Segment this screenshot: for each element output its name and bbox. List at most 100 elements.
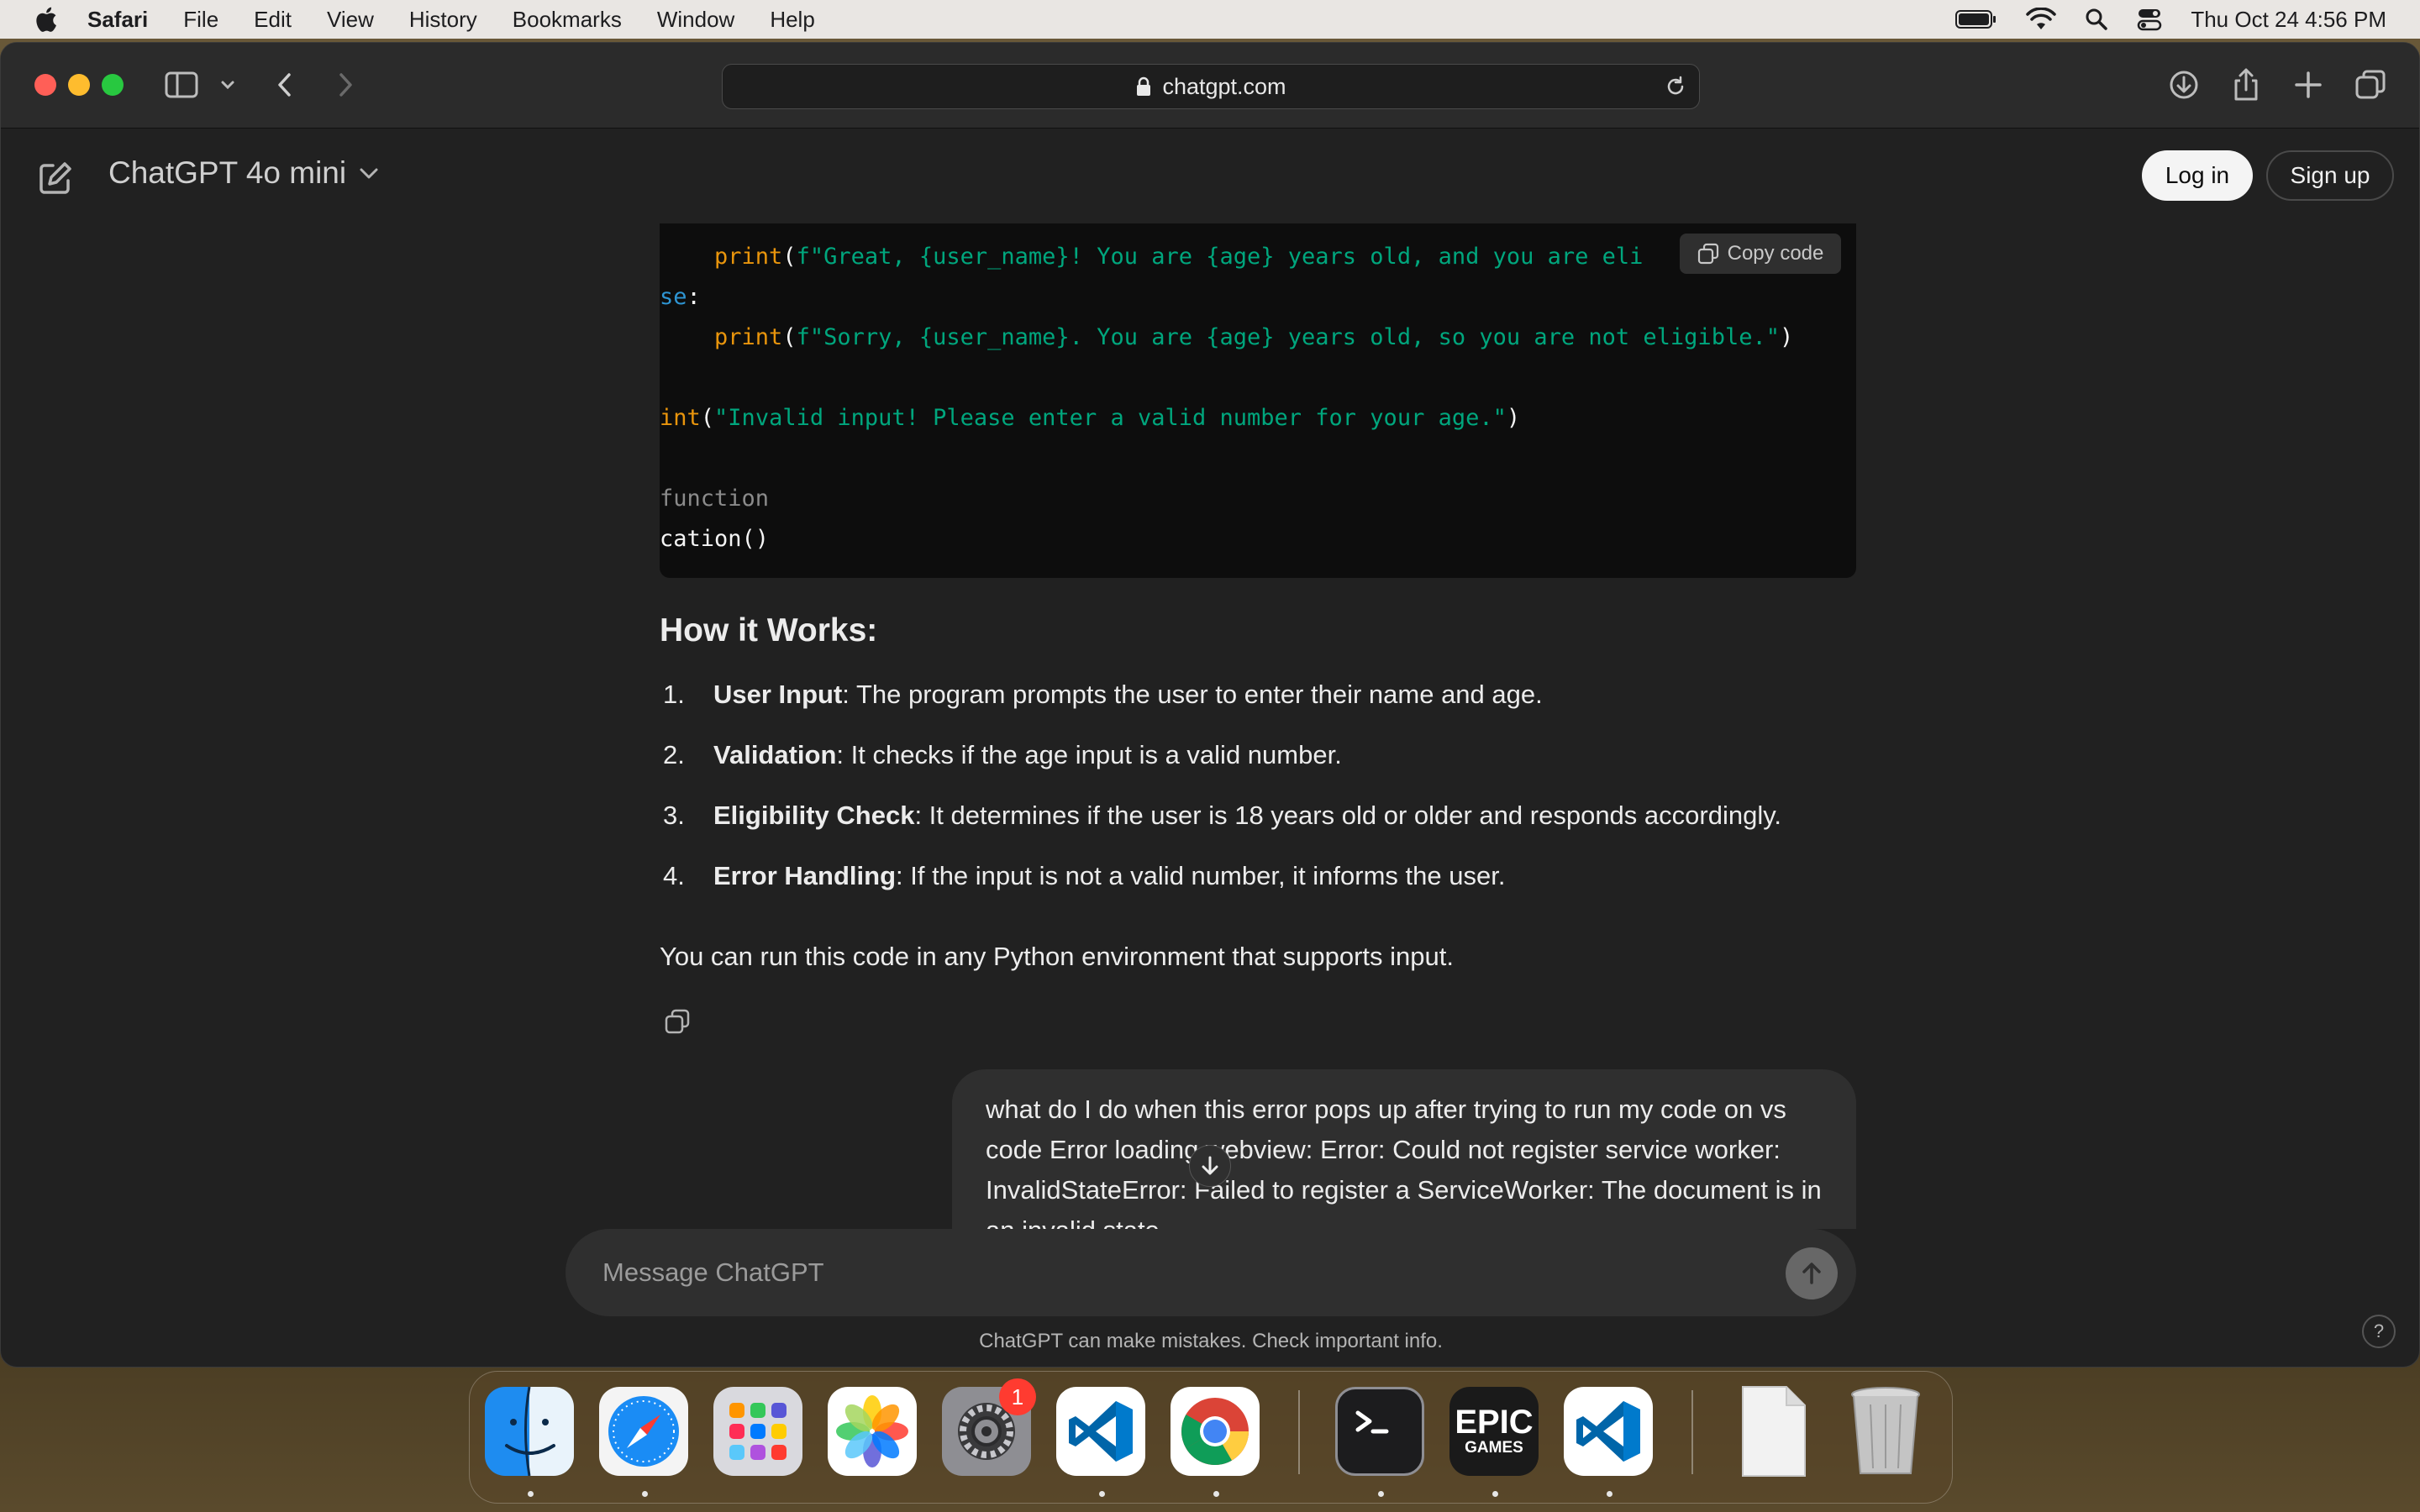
send-button[interactable] (1786, 1247, 1838, 1299)
dock-safari[interactable] (599, 1387, 688, 1476)
code-block: print(f"Great, {user_name}! You are {age… (660, 223, 1856, 578)
reload-icon[interactable] (1664, 75, 1687, 98)
step-title: User Input (713, 680, 843, 709)
copy-message-icon[interactable] (663, 1007, 692, 1036)
code-token: cation() (660, 526, 770, 552)
menu-clock[interactable]: Thu Oct 24 4:56 PM (2191, 7, 2386, 33)
dock-finder[interactable] (485, 1387, 574, 1476)
menu-file[interactable]: File (183, 7, 218, 33)
control-center-icon[interactable] (2137, 8, 2162, 31)
dock-chrome[interactable] (1171, 1387, 1260, 1476)
forward-arrow-icon[interactable] (334, 66, 357, 103)
minimize-window-button[interactable] (68, 74, 90, 96)
battery-icon[interactable] (1955, 9, 1997, 29)
trash-icon (1851, 1387, 1920, 1474)
dock-document[interactable] (1728, 1386, 1818, 1477)
wifi-icon[interactable] (2026, 8, 2057, 31)
share-icon[interactable] (2231, 66, 2261, 103)
model-selector[interactable]: ChatGPT 4o mini (108, 155, 380, 191)
message-composer (566, 1229, 1856, 1316)
tab-groups-chevron-down-icon[interactable] (219, 66, 236, 103)
dock-system-settings[interactable]: 1 (942, 1378, 1036, 1476)
code-token: ) (1506, 405, 1521, 431)
close-window-button[interactable] (34, 74, 56, 96)
copy-icon (1697, 243, 1718, 265)
step-title: Error Handling (713, 861, 897, 890)
code-token: ( (700, 405, 715, 431)
tab-overview-icon[interactable] (2354, 66, 2387, 103)
message-input[interactable] (602, 1254, 1695, 1291)
code-token: se (660, 284, 687, 310)
code-token: : (687, 284, 701, 310)
menu-bookmarks[interactable]: Bookmarks (513, 7, 622, 33)
running-indicator (1378, 1491, 1384, 1497)
arrow-up-icon (1802, 1263, 1821, 1284)
code-token: ) (1779, 324, 1794, 350)
arrow-down-icon (1202, 1156, 1218, 1175)
copy-code-button[interactable]: Copy code (1680, 234, 1841, 274)
scroll-to-bottom-button[interactable] (1189, 1145, 1231, 1187)
notification-badge: 1 (999, 1378, 1036, 1415)
dock-vscode[interactable] (1056, 1387, 1145, 1476)
dock-terminal[interactable] (1335, 1387, 1424, 1476)
sidebar-toggle-icon[interactable] (164, 66, 199, 103)
apple-logo-icon[interactable] (32, 5, 59, 34)
code-token: function (660, 486, 770, 512)
new-chat-icon[interactable] (34, 159, 75, 199)
code-line: se: (660, 277, 701, 318)
list-number: 4. (663, 861, 685, 890)
running-indicator (1099, 1491, 1105, 1497)
step-title: Validation (713, 740, 837, 769)
code-token: print (660, 244, 783, 270)
step-text: : The program prompts the user to enter … (842, 680, 1543, 709)
code-line: print(f"Great, {user_name}! You are {age… (660, 237, 1643, 277)
step-text: : If the input is not a valid number, it… (896, 861, 1506, 890)
closing-paragraph: You can run this code in any Python envi… (660, 942, 1454, 971)
downloads-icon[interactable] (2167, 66, 2201, 103)
menu-app-name[interactable]: Safari (87, 7, 148, 33)
sign-up-button[interactable]: Sign up (2266, 150, 2394, 201)
help-button[interactable]: ? (2362, 1315, 2396, 1348)
step-title: Eligibility Check (713, 801, 915, 830)
vscode-icon (1576, 1401, 1640, 1462)
photos-flower-icon (836, 1395, 908, 1467)
list-number: 3. (663, 801, 685, 830)
running-indicator (642, 1491, 648, 1497)
lock-icon (1137, 76, 1151, 96)
user-message-bubble: what do I do when this error pops up aft… (952, 1069, 1856, 1229)
list-number: 1. (663, 680, 685, 709)
menu-history[interactable]: History (409, 7, 477, 33)
back-arrow-icon[interactable] (273, 66, 297, 103)
spotlight-search-icon[interactable] (2085, 8, 2108, 31)
menu-bar: Safari File Edit View History Bookmarks … (0, 0, 2420, 39)
epic-logo-text: EPIC (1455, 1404, 1534, 1441)
browser-toolbar: chatgpt.com (1, 43, 2419, 129)
code-line: int("Invalid input! Please enter a valid… (660, 398, 1520, 438)
code-token: print (660, 324, 783, 350)
running-indicator (1607, 1491, 1612, 1497)
url-text: chatgpt.com (1162, 73, 1286, 99)
code-line: cation() (660, 519, 769, 559)
menu-help[interactable]: Help (770, 7, 814, 33)
code-token: ( (782, 324, 797, 350)
list-number: 2. (663, 740, 685, 769)
dock-photos[interactable] (828, 1387, 917, 1476)
user-message-text: what do I do when this error pops up aft… (986, 1095, 1822, 1229)
step-text: : It checks if the age input is a valid … (836, 740, 1342, 769)
menu-view[interactable]: View (327, 7, 374, 33)
dock-epic-games[interactable]: EPIC GAMES (1449, 1387, 1539, 1476)
dock-vscode-insiders[interactable] (1564, 1387, 1653, 1476)
fullscreen-window-button[interactable] (102, 74, 124, 96)
copy-code-label: Copy code (1727, 242, 1824, 265)
dock-trash[interactable] (1841, 1387, 1930, 1476)
menu-edit[interactable]: Edit (254, 7, 292, 33)
section-heading: How it Works: (660, 612, 878, 648)
safari-window: chatgpt.com ChatGPT 4o mini Log in Sign … (0, 42, 2420, 1368)
address-bar[interactable]: chatgpt.com (722, 64, 1700, 109)
code-line: function (660, 479, 769, 519)
new-tab-plus-icon[interactable] (2293, 66, 2323, 103)
launchpad-grid-icon (729, 1403, 786, 1460)
dock-launchpad[interactable] (713, 1387, 802, 1476)
log-in-button[interactable]: Log in (2142, 150, 2253, 201)
menu-window[interactable]: Window (657, 7, 734, 33)
